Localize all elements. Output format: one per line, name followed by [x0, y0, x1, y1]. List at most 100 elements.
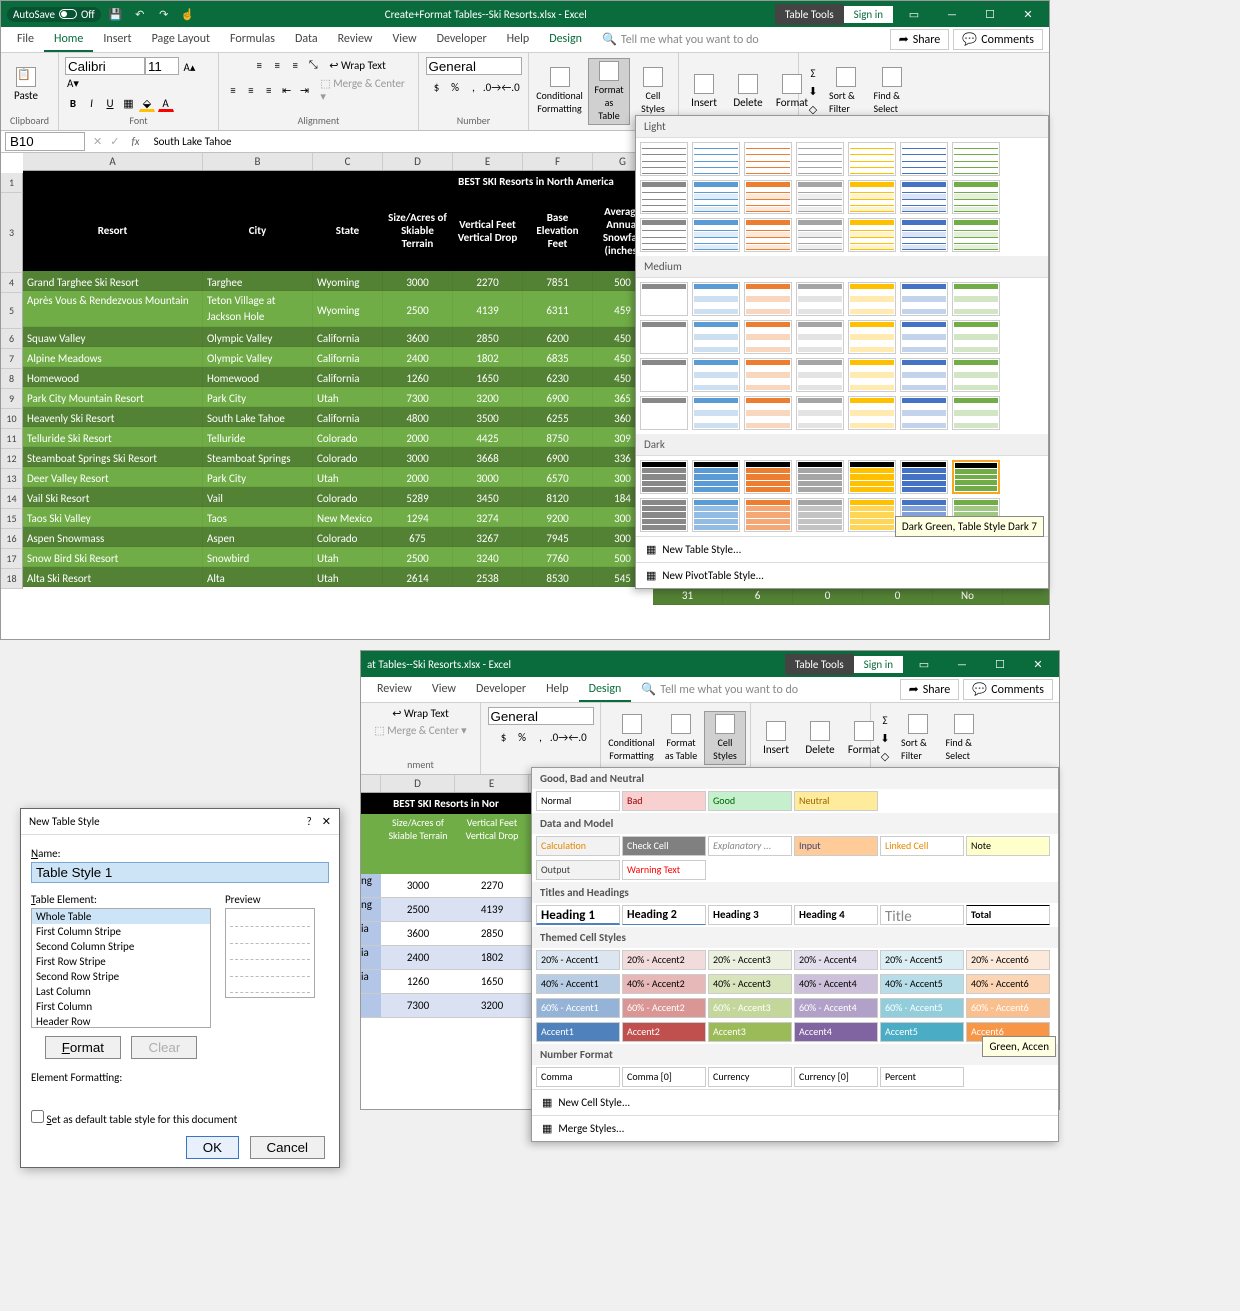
table-style-thumb[interactable]	[640, 282, 688, 316]
table-cell[interactable]: Park City Mountain Resort	[23, 387, 203, 407]
table-cell[interactable]: 3240	[453, 547, 523, 567]
table-cell[interactable]: 2850	[453, 327, 523, 347]
wrap-text-button-2[interactable]: ↩ Wrap Text	[392, 707, 449, 720]
table-cell[interactable]: 6835	[523, 347, 593, 367]
table-style-thumb[interactable]	[796, 142, 844, 176]
underline-icon[interactable]: U	[102, 95, 118, 111]
table-style-thumb[interactable]	[692, 218, 740, 252]
cell-style-swatch[interactable]: Currency	[708, 1067, 792, 1087]
sign-in-button[interactable]: Sign in	[844, 6, 893, 23]
cell-style-swatch[interactable]: Note	[966, 836, 1050, 856]
table-style-thumb[interactable]	[900, 460, 948, 494]
enter-formula-icon[interactable]: ✓	[106, 135, 123, 148]
table-cell[interactable]: Telluride Ski Resort	[23, 427, 203, 447]
table-cell[interactable]: 3668	[453, 447, 523, 467]
table-style-thumb[interactable]	[692, 358, 740, 392]
merge-center-button-2[interactable]: ⬚ Merge & Center ▾	[374, 724, 466, 737]
cell-style-swatch[interactable]: Output	[536, 860, 620, 880]
cell-style-swatch[interactable]: 60% - Accent6	[966, 998, 1050, 1018]
table-cell[interactable]: 6900	[523, 447, 593, 467]
new-pivottable-style-menu[interactable]: ▦ New PivotTable Style...	[636, 562, 1048, 588]
menu-tab-developer[interactable]: Developer	[466, 678, 536, 702]
table-cell[interactable]: Telluride	[203, 427, 313, 447]
table-cell[interactable]: California	[313, 367, 383, 387]
table-cell[interactable]: 2538	[453, 567, 523, 587]
table-style-thumb[interactable]	[640, 180, 688, 214]
format-as-table-button[interactable]: Format as Table	[588, 58, 630, 125]
autosum-icon[interactable]: Σ	[805, 65, 821, 81]
table-cell[interactable]: Park City	[203, 467, 313, 487]
undo-icon[interactable]: ↶	[131, 5, 149, 23]
dialog-close-icon[interactable]: ✕	[322, 815, 331, 828]
dialog-help-icon[interactable]: ?	[307, 815, 312, 828]
table-cell[interactable]: Steamboat Springs Ski Resort	[23, 447, 203, 467]
table-style-thumb[interactable]	[848, 282, 896, 316]
table-style-thumb[interactable]	[744, 396, 792, 430]
increase-decimal-icon-2[interactable]: .0→	[551, 729, 567, 745]
cell-style-swatch[interactable]: 60% - Accent3	[708, 998, 792, 1018]
cell-style-swatch[interactable]: Heading 4	[794, 905, 878, 925]
table-cell[interactable]: Aspen Snowmass	[23, 527, 203, 547]
menu-tab-data[interactable]: Data	[285, 28, 328, 52]
table-cell[interactable]: Olympic Valley	[203, 347, 313, 367]
col-header[interactable]: D	[383, 153, 453, 170]
table-cell[interactable]: 4800	[383, 407, 453, 427]
find-select-button-2[interactable]: Find & Select	[942, 712, 988, 764]
table-cell[interactable]: 4139	[453, 291, 523, 327]
table-cell[interactable]: Taos Ski Valley	[23, 507, 203, 527]
row-header[interactable]: 9	[1, 389, 23, 409]
table-header[interactable]: Size/Acres of Skiable Terrain	[383, 209, 453, 253]
row-header[interactable]: 15	[1, 509, 23, 529]
delete-button[interactable]: Delete	[727, 72, 769, 111]
cell-style-swatch[interactable]: 20% - Accent2	[622, 950, 706, 970]
cell-style-swatch[interactable]: 40% - Accent1	[536, 974, 620, 994]
table-style-thumb[interactable]	[900, 282, 948, 316]
table-style-thumb[interactable]	[952, 142, 1000, 176]
table-style-thumb[interactable]	[692, 460, 740, 494]
cell-style-swatch[interactable]: Warning Text	[622, 860, 706, 880]
table-style-thumb[interactable]	[952, 358, 1000, 392]
table-style-thumb[interactable]	[640, 498, 688, 532]
menu-tab-page-layout[interactable]: Page Layout	[142, 28, 220, 52]
table-cell[interactable]: 2000	[383, 467, 453, 487]
share-button[interactable]: ➦ Share	[890, 29, 950, 50]
table-cell[interactable]: Taos	[203, 507, 313, 527]
table-cell[interactable]: 3000	[383, 447, 453, 467]
table-cell[interactable]: 2500	[383, 547, 453, 567]
fill-icon[interactable]: ⬇	[805, 83, 821, 99]
decrease-decimal-icon[interactable]: ←.0	[503, 79, 519, 95]
decrease-font-icon[interactable]: A▾	[65, 75, 81, 91]
cell-style-swatch[interactable]: Normal	[536, 791, 620, 811]
table-cell[interactable]: 4425	[453, 427, 523, 447]
tell-me-2[interactable]: 🔍 Tell me what you want to do	[641, 682, 798, 697]
menu-tab-view[interactable]: View	[422, 678, 466, 702]
cell-style-swatch[interactable]: Percent	[880, 1067, 964, 1087]
align-center-icon[interactable]: ≡	[243, 82, 259, 98]
row-header[interactable]: 14	[1, 489, 23, 509]
cell-style-swatch[interactable]: Bad	[622, 791, 706, 811]
bold-icon[interactable]: B	[65, 95, 81, 111]
menu-tab-help[interactable]: Help	[497, 28, 540, 52]
table-cell[interactable]: Vail	[203, 487, 313, 507]
cancel-formula-icon[interactable]: ✕	[89, 135, 106, 148]
cell-style-swatch[interactable]: Comma	[536, 1067, 620, 1087]
table-style-thumb[interactable]	[900, 358, 948, 392]
percent-icon[interactable]: %	[447, 79, 463, 95]
table-cell[interactable]: Colorado	[313, 427, 383, 447]
table-cell[interactable]: 7760	[523, 547, 593, 567]
table-style-thumb[interactable]	[796, 320, 844, 354]
table-style-thumb[interactable]	[744, 142, 792, 176]
fill-icon-2[interactable]: ⬇	[877, 730, 893, 746]
row-header[interactable]: 5	[1, 293, 23, 329]
touch-mode-icon[interactable]: ☝	[179, 5, 197, 23]
table-cell[interactable]: New Mexico	[313, 507, 383, 527]
comma-icon[interactable]: ,	[466, 79, 482, 95]
menu-tab-formulas[interactable]: Formulas	[220, 28, 285, 52]
table-cell[interactable]: 9200	[523, 507, 593, 527]
number-format-select-2[interactable]	[488, 707, 594, 725]
table-style-thumb[interactable]	[744, 498, 792, 532]
cell-style-swatch[interactable]: Neutral	[794, 791, 878, 811]
row-header[interactable]: 6	[1, 329, 23, 349]
cell-style-swatch[interactable]: 40% - Accent6	[966, 974, 1050, 994]
table-cell[interactable]: Deer Valley Resort	[23, 467, 203, 487]
